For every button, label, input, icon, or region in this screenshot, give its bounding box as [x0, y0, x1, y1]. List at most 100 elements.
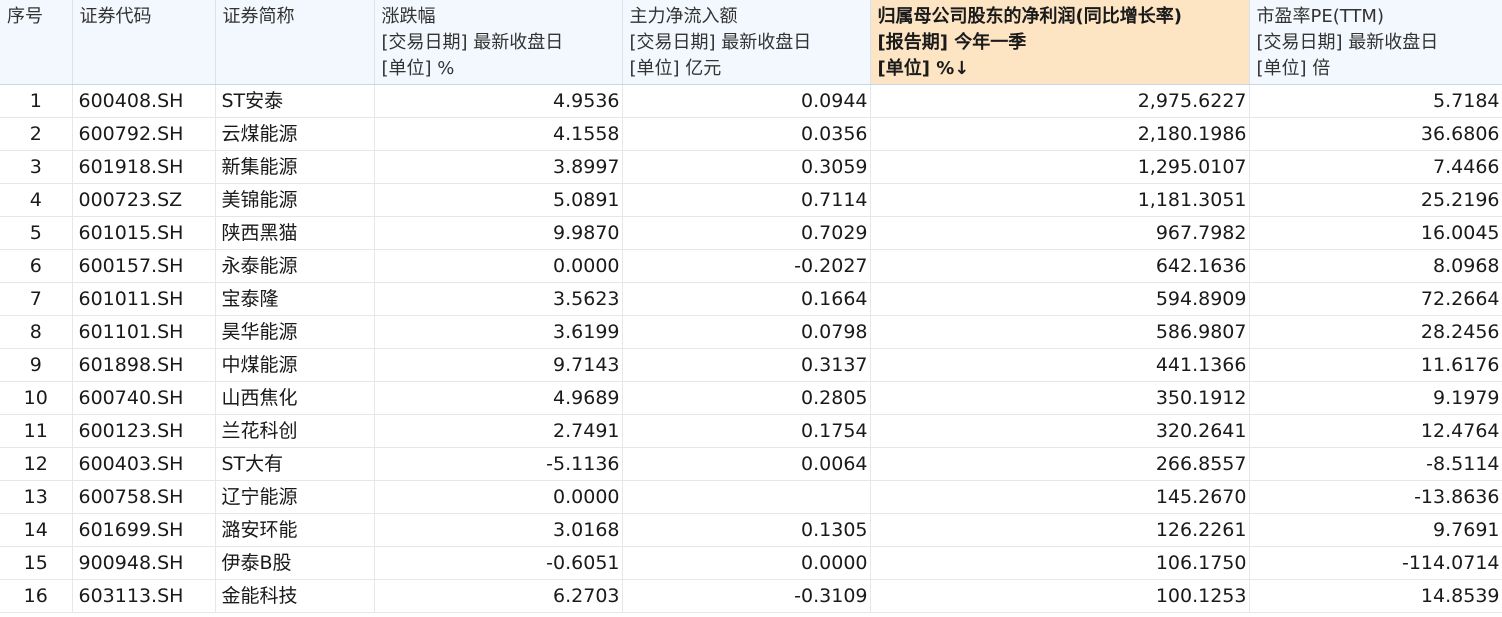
cell-security-code: 600403.SH — [72, 447, 216, 481]
header-net-profit-growth-line: 归属母公司股东的净利润(同比增长率) — [877, 6, 1182, 27]
cell-main-net-inflow — [622, 480, 871, 514]
cell-pe-ttm: 9.1979 — [1249, 381, 1502, 415]
header-security-name[interactable]: 证券简称 — [215, 0, 375, 85]
cell-main-net-inflow: 0.0064 — [622, 447, 871, 481]
cell-index: 11 — [0, 414, 73, 448]
cell-index: 4 — [0, 183, 73, 217]
cell-index: 7 — [0, 282, 73, 316]
header-price-change[interactable]: 涨跌幅 [交易日期] 最新收盘日 [单位] % — [374, 0, 623, 85]
cell-index: 3 — [0, 150, 73, 184]
cell-security-code: 601011.SH — [72, 282, 216, 316]
cell-security-code: 601015.SH — [72, 216, 216, 250]
cell-main-net-inflow: 0.0944 — [622, 84, 871, 118]
table-row[interactable]: 10 600740.SH 山西焦化 4.9689 0.2805 350.1912 9.197… — [0, 381, 1502, 415]
table-row[interactable]: 11 600123.SH 兰花科创 2.7491 0.1754 320.2641 12.47… — [0, 414, 1502, 448]
table-row[interactable]: 14 601699.SH 潞安环能 3.0168 0.1305 126.2261 9.769… — [0, 513, 1502, 547]
cell-price-change: 5.0891 — [374, 183, 623, 217]
cell-security-name: 辽宁能源 — [215, 480, 375, 514]
cell-price-change: 3.8997 — [374, 150, 623, 184]
cell-price-change: 0.0000 — [374, 249, 623, 283]
cell-security-name: ST安泰 — [215, 84, 375, 118]
cell-price-change: 4.9536 — [374, 84, 623, 118]
cell-security-code: 600123.SH — [72, 414, 216, 448]
table-row[interactable]: 8 601101.SH 昊华能源 3.6199 0.0798 586.9807 28.245… — [0, 315, 1502, 349]
cell-index: 12 — [0, 447, 73, 481]
cell-security-code: 600157.SH — [72, 249, 216, 283]
cell-main-net-inflow: -0.2027 — [622, 249, 871, 283]
cell-index: 10 — [0, 381, 73, 415]
table-row[interactable]: 2 600792.SH 云煤能源 4.1558 0.0356 2,180.1986 36.6… — [0, 117, 1502, 151]
cell-pe-ttm: 28.2456 — [1249, 315, 1502, 349]
cell-price-change: 6.2703 — [374, 579, 623, 613]
header-main-net-inflow[interactable]: 主力净流入额 [交易日期] 最新收盘日 [单位] 亿元 — [622, 0, 871, 85]
cell-index: 14 — [0, 513, 73, 547]
cell-main-net-inflow: 0.7114 — [622, 183, 871, 217]
cell-pe-ttm: 25.2196 — [1249, 183, 1502, 217]
cell-pe-ttm: 9.7691 — [1249, 513, 1502, 547]
cell-security-name: 宝泰隆 — [215, 282, 375, 316]
header-index-line: 序号 — [7, 6, 43, 27]
cell-net-profit-growth: 126.2261 — [870, 513, 1250, 547]
cell-price-change: 9.7143 — [374, 348, 623, 382]
cell-net-profit-growth: 145.2670 — [870, 480, 1250, 514]
cell-security-name: ST大有 — [215, 447, 375, 481]
table-row[interactable]: 16 603113.SH 金能科技 6.2703 -0.3109 100.1253 14.8… — [0, 579, 1502, 613]
table-row[interactable]: 15 900948.SH 伊泰B股 -0.6051 0.0000 106.1750 -114… — [0, 546, 1502, 580]
cell-main-net-inflow: 0.3059 — [622, 150, 871, 184]
stock-screener-table: 序号 证券代码 证券简称 涨跌幅 [交易日期] 最新收盘日 [单位] % 主力净流入额 [交易… — [0, 0, 1502, 613]
table-row[interactable]: 6 600157.SH 永泰能源 0.0000 -0.2027 642.1636 8.096… — [0, 249, 1502, 283]
header-net-profit-growth-line: [单位] %↓ — [877, 58, 970, 79]
cell-security-name: 美锦能源 — [215, 183, 375, 217]
header-net-profit-growth[interactable]: 归属母公司股东的净利润(同比增长率) [报告期] 今年一季 [单位] %↓ — [870, 0, 1250, 85]
cell-net-profit-growth: 2,180.1986 — [870, 117, 1250, 151]
cell-index: 15 — [0, 546, 73, 580]
cell-security-name: 潞安环能 — [215, 513, 375, 547]
cell-security-name: 金能科技 — [215, 579, 375, 613]
cell-net-profit-growth: 266.8557 — [870, 447, 1250, 481]
header-security-code[interactable]: 证券代码 — [72, 0, 216, 85]
cell-main-net-inflow: 0.1664 — [622, 282, 871, 316]
cell-price-change: 4.1558 — [374, 117, 623, 151]
cell-security-name: 山西焦化 — [215, 381, 375, 415]
cell-index: 1 — [0, 84, 73, 118]
header-pe-ttm[interactable]: 市盈率PE(TTM) [交易日期] 最新收盘日 [单位] 倍 — [1249, 0, 1502, 85]
cell-index: 6 — [0, 249, 73, 283]
cell-index: 9 — [0, 348, 73, 382]
cell-pe-ttm: 72.2664 — [1249, 282, 1502, 316]
cell-security-code: 601918.SH — [72, 150, 216, 184]
cell-security-name: 中煤能源 — [215, 348, 375, 382]
cell-price-change: -0.6051 — [374, 546, 623, 580]
header-security-code-line: 证券代码 — [79, 6, 152, 27]
table-row[interactable]: 13 600758.SH 辽宁能源 0.0000 145.2670 -13.8636 — [0, 480, 1502, 514]
cell-price-change: 4.9689 — [374, 381, 623, 415]
cell-price-change: -5.1136 — [374, 447, 623, 481]
cell-net-profit-growth: 586.9807 — [870, 315, 1250, 349]
table-row[interactable]: 3 601918.SH 新集能源 3.8997 0.3059 1,295.0107 7.44… — [0, 150, 1502, 184]
cell-main-net-inflow: 0.0798 — [622, 315, 871, 349]
cell-security-name: 新集能源 — [215, 150, 375, 184]
table-row[interactable]: 1 600408.SH ST安泰 4.9536 0.0944 2,975.6227 5.71… — [0, 84, 1502, 118]
cell-pe-ttm: 16.0045 — [1249, 216, 1502, 250]
cell-pe-ttm: 14.8539 — [1249, 579, 1502, 613]
cell-pe-ttm: -8.5114 — [1249, 447, 1502, 481]
table-row[interactable]: 4 000723.SZ 美锦能源 5.0891 0.7114 1,181.3051 25.2… — [0, 183, 1502, 217]
header-index[interactable]: 序号 — [0, 0, 73, 85]
cell-pe-ttm: 5.7184 — [1249, 84, 1502, 118]
cell-security-code: 601699.SH — [72, 513, 216, 547]
cell-security-code: 603113.SH — [72, 579, 216, 613]
table-row[interactable]: 12 600403.SH ST大有 -5.1136 0.0064 266.8557 -8.5… — [0, 447, 1502, 481]
cell-net-profit-growth: 320.2641 — [870, 414, 1250, 448]
cell-security-name: 昊华能源 — [215, 315, 375, 349]
table-row[interactable]: 7 601011.SH 宝泰隆 3.5623 0.1664 594.8909 72.2664 — [0, 282, 1502, 316]
table-row[interactable]: 9 601898.SH 中煤能源 9.7143 0.3137 441.1366 11.617… — [0, 348, 1502, 382]
header-pe-ttm-line: 市盈率PE(TTM) — [1256, 6, 1384, 27]
header-main-net-inflow-line: [单位] 亿元 — [629, 58, 722, 79]
cell-security-code: 601898.SH — [72, 348, 216, 382]
table-row[interactable]: 5 601015.SH 陕西黑猫 9.9870 0.7029 967.7982 16.004… — [0, 216, 1502, 250]
header-price-change-line: [交易日期] 最新收盘日 — [381, 32, 564, 53]
cell-security-name: 陕西黑猫 — [215, 216, 375, 250]
cell-price-change: 0.0000 — [374, 480, 623, 514]
cell-net-profit-growth: 106.1750 — [870, 546, 1250, 580]
cell-net-profit-growth: 1,181.3051 — [870, 183, 1250, 217]
cell-security-name: 伊泰B股 — [215, 546, 375, 580]
